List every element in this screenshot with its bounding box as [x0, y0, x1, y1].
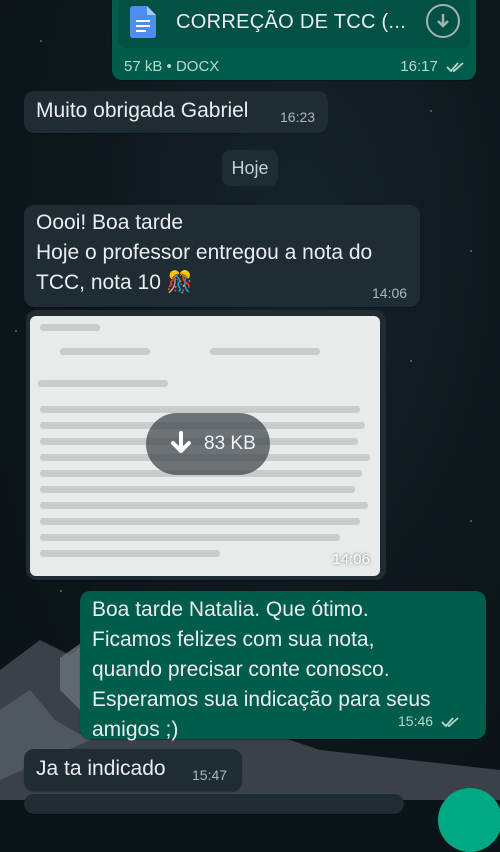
- incoming-message[interactable]: Oooi! Boa tarde Hoje o professor entrego…: [24, 205, 420, 307]
- message-time: 14:06: [372, 285, 408, 301]
- message-text: Boa tarde Natalia. Que ótimo. Ficamos fe…: [92, 598, 431, 741]
- message-time: 16:17: [400, 58, 466, 75]
- download-size: 83 KB: [204, 433, 256, 454]
- outgoing-message[interactable]: Boa tarde Natalia. Que ótimo. Ficamos fe…: [80, 591, 486, 741]
- double-check-icon: [441, 717, 459, 728]
- message-time: 15:47: [192, 767, 228, 783]
- document-card[interactable]: CORREÇÃO DE TCC (...: [118, 0, 470, 48]
- image-download-button[interactable]: 83 KB: [146, 413, 270, 475]
- download-arrow-icon: [171, 431, 191, 453]
- incoming-message[interactable]: [24, 794, 404, 814]
- document-file-name: CORREÇÃO DE TCC (...: [176, 11, 407, 33]
- doc-file-icon: [130, 6, 156, 38]
- document-meta: 57 kB • DOCX: [124, 58, 220, 75]
- message-time: 14:06: [332, 551, 370, 568]
- message-text: Muito obrigada Gabriel: [36, 99, 249, 122]
- image-message[interactable]: 83 KB 14:06: [26, 310, 386, 580]
- scroll-down-button[interactable]: [438, 788, 500, 852]
- message-time: 15:46: [398, 713, 461, 729]
- message-text: Ja ta indicado: [36, 757, 166, 780]
- date-separator: Hoje: [222, 150, 278, 186]
- message-time: 16:23: [280, 109, 316, 125]
- download-icon[interactable]: [426, 4, 460, 38]
- incoming-message[interactable]: Muito obrigada Gabriel 16:23: [24, 91, 328, 133]
- message-text: Oooi! Boa tarde Hoje o professor entrego…: [36, 211, 373, 294]
- blurred-image-preview[interactable]: 83 KB 14:06: [30, 316, 380, 576]
- incoming-message[interactable]: Ja ta indicado 15:47: [24, 749, 242, 791]
- double-check-icon: [446, 62, 464, 73]
- document-message[interactable]: CORREÇÃO DE TCC (... 57 kB • DOCX 16:17: [112, 0, 476, 80]
